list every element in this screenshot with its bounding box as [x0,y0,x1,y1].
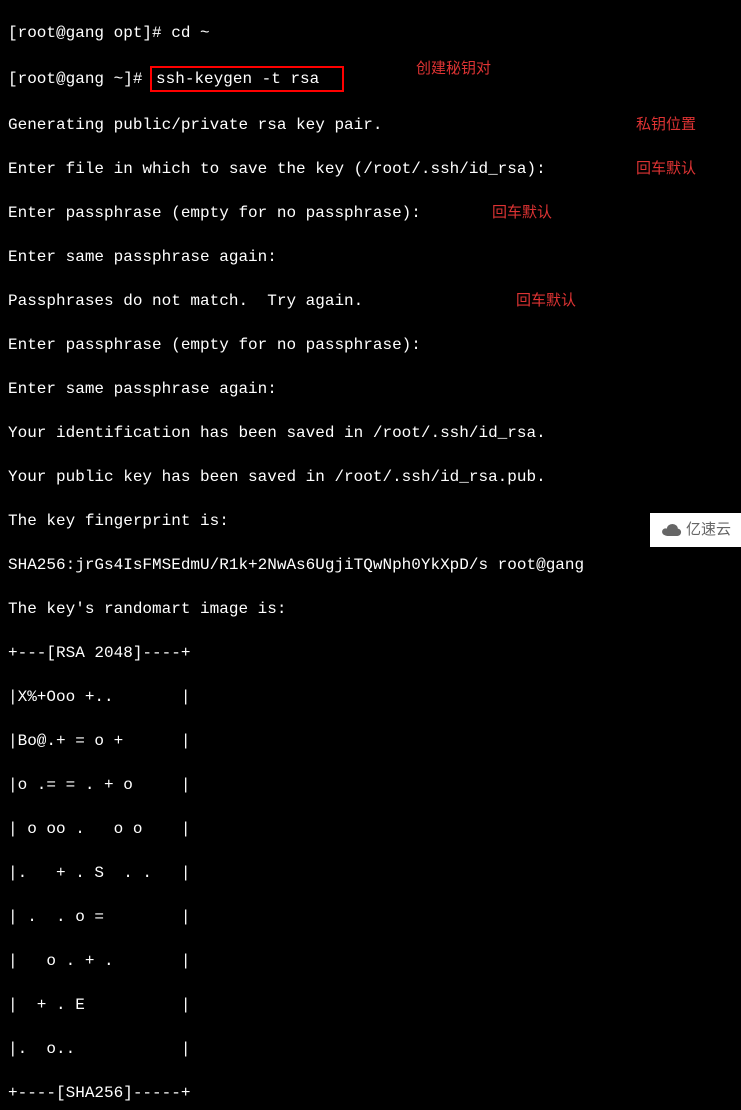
terminal-line: +----[SHA256]-----+ [8,1082,733,1104]
terminal-line: The key fingerprint is: [8,510,733,532]
annotation-create-keypair: 创建秘钥对 [416,58,491,80]
prompt: [root@gang ~]# [8,70,152,88]
terminal-line: |X%+Ooo +.. | [8,686,733,708]
annotation-enter-default: 回车默认 [516,290,576,312]
terminal-line: +---[RSA 2048]----+ [8,642,733,664]
terminal-line: Enter passphrase (empty for no passphras… [8,334,733,356]
terminal-line: Your public key has been saved in /root/… [8,466,733,488]
terminal-line: [root@gang ~]# ssh-keygen -t rsa 创建秘钥对 [8,66,733,92]
terminal-line: SHA256:jrGs4IsFMSEdmU/R1k+2NwAs6UgjiTQwN… [8,554,733,576]
watermark: 亿速云 [650,513,741,547]
terminal-line: Enter same passphrase again: [8,378,733,400]
annotation-private-key-location: 私钥位置 [636,114,696,136]
terminal-line: Enter file in which to save the key (/ro… [8,158,733,180]
highlighted-command: ssh-keygen -t rsa [150,66,344,92]
terminal-line: | o oo . o o | [8,818,733,840]
terminal-line: Enter passphrase (empty for no passphras… [8,202,733,224]
terminal-output[interactable]: [root@gang opt]# cd ~ [root@gang ~]# ssh… [0,0,741,1110]
terminal-line: |. o.. | [8,1038,733,1060]
terminal-line: Generating public/private rsa key pair.私… [8,114,733,136]
terminal-line: | o . + . | [8,950,733,972]
terminal-line: |. + . S . . | [8,862,733,884]
terminal-line: | . . o = | [8,906,733,928]
terminal-line: Your identification has been saved in /r… [8,422,733,444]
terminal-line: Enter same passphrase again: [8,246,733,268]
terminal-line: Passphrases do not match. Try again.回车默认 [8,290,733,312]
terminal-line: |o .= = . + o | [8,774,733,796]
terminal-line: [root@gang opt]# cd ~ [8,22,733,44]
cloud-icon [660,522,682,538]
terminal-line: The key's randomart image is: [8,598,733,620]
annotation-enter-default: 回车默认 [636,158,696,180]
terminal-line: | + . E | [8,994,733,1016]
terminal-line: |Bo@.+ = o + | [8,730,733,752]
annotation-enter-default: 回车默认 [492,202,552,224]
watermark-text: 亿速云 [686,519,731,541]
